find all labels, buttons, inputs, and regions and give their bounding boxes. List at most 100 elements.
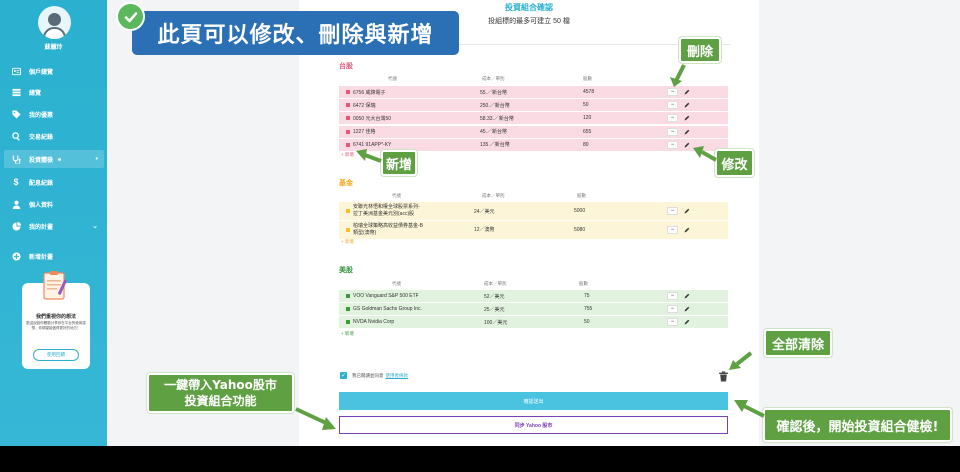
delete-button[interactable]: − (667, 127, 678, 136)
holding-name: VOO Vanguard S&P 500 ETF (353, 293, 419, 299)
sync-yahoo-button[interactable]: 同步 Yahoo 股市 (339, 416, 728, 434)
color-marker (346, 142, 350, 147)
sidebar-item-transactions[interactable]: 交易紀錄 (4, 127, 104, 145)
callout-delete: 刪除 (679, 37, 721, 63)
instruction-banner: 此頁可以修改、刪除與新增 (132, 11, 459, 55)
confirm-submit-button[interactable]: 確認送出 (339, 392, 728, 410)
tag-icon (9, 109, 23, 119)
color-marker (346, 103, 350, 108)
edit-pencil-icon[interactable] (681, 318, 692, 326)
feedback-title: 我們重視你的想法 (35, 314, 76, 320)
holding-shares: 5080 (574, 226, 586, 233)
holding-name-line1: 柏瑞全球策略高收益債券基金-B (353, 222, 424, 229)
holding-name: 1227 佳格 (353, 129, 376, 136)
sidebar-item-label: 配息紀錄 (29, 180, 54, 187)
holding-row: 0050 元大台灣50 58.33.／新台幣 120 − (339, 112, 728, 125)
stethoscope-icon (9, 154, 23, 164)
column-header-shares: 股數 (579, 281, 588, 286)
holding-cost: 12／澳幣 (474, 227, 495, 233)
sidebar-item-label: 個戶總覽 (29, 69, 54, 76)
avatar[interactable] (38, 6, 71, 39)
color-marker (346, 129, 350, 134)
holding-row: 1227 佳格 45.／新台幣 655 − (339, 125, 728, 138)
sidebar-item-my-offers[interactable]: 我的優惠 (4, 105, 104, 123)
callout-add: 新增 (381, 150, 417, 176)
status-dot (58, 157, 62, 161)
arrow-icon (295, 407, 336, 430)
holding-shares: 5000 (574, 208, 586, 214)
color-marker (346, 294, 350, 298)
holding-name: NVDA Nvidia Corp (353, 319, 395, 326)
holding-cost: 55.／新台幣 (480, 89, 507, 96)
holding-cost: 45.／新台幣 (480, 129, 507, 136)
delete-button[interactable]: − (667, 114, 678, 123)
feedback-description: 歡迎說說你體驗分享你在平台的使用感想，你期望能做得更好的地方！ (26, 321, 86, 330)
edit-pencil-icon[interactable] (681, 114, 692, 122)
edit-pencil-icon[interactable] (681, 88, 692, 96)
color-marker (346, 320, 350, 325)
column-header-shares: 股數 (577, 193, 586, 198)
holding-row: NVDA Nvidia Corp 100／美元 50 − (339, 316, 728, 329)
holding-row: 安聯光林悟和權全球股票系列- 拉丁美洲基金美元別(acc)股 24／美元 5000 − (339, 202, 728, 220)
edit-pencil-icon[interactable] (681, 226, 692, 234)
edit-pencil-icon[interactable] (681, 128, 692, 136)
id-card-icon (9, 67, 23, 76)
delete-button[interactable]: − (667, 305, 678, 314)
edit-pencil-icon[interactable] (681, 292, 692, 300)
add-fund-link[interactable]: + 新增 (341, 239, 354, 245)
holding-name-line2: 類型(澳幣) (353, 229, 377, 236)
callout-edit: 修改 (715, 149, 754, 177)
delete-button[interactable]: − (667, 88, 678, 96)
arrow-icon (693, 146, 717, 162)
color-marker (346, 209, 350, 213)
plus-circle-icon (9, 251, 23, 261)
delete-button[interactable]: − (667, 225, 678, 234)
add-tw-link[interactable]: + 新增 (341, 152, 354, 158)
sidebar-item-dividends[interactable]: $ 配息紀錄 (4, 173, 104, 191)
chevron-down-icon[interactable]: ⌄ (92, 222, 98, 230)
delete-button[interactable]: − (667, 101, 678, 110)
delete-button[interactable]: − (667, 140, 678, 149)
holding-name: GS Goldman Sachs Group Inc. (353, 306, 422, 313)
sidebar-item-profile[interactable]: 個人資料 (4, 195, 104, 213)
check-circle-icon (116, 2, 145, 31)
sidebar-item-label: 我的計畫 (29, 224, 54, 231)
terms-link[interactable]: 使用者條款 (386, 373, 409, 379)
agree-checkbox[interactable]: ✓ (340, 372, 347, 379)
holding-name: 柏瑞全球策略高收益債券基金-B 類型(澳幣) (353, 223, 423, 237)
add-us-link[interactable]: + 新增 (341, 331, 354, 337)
color-marker (346, 227, 350, 232)
edit-pencil-icon[interactable] (681, 305, 692, 313)
holding-name: 6472 保瑞 (353, 102, 376, 109)
agree-label: 我已閱讀並同意 (352, 372, 384, 378)
delete-button[interactable]: − (667, 207, 678, 215)
feedback-button[interactable]: 使用回饋 (33, 349, 79, 361)
edit-pencil-icon[interactable] (681, 141, 692, 149)
holding-cost: 250.／新台幣 (480, 102, 510, 109)
sidebar-item-new-plan[interactable]: 新增計畫 (4, 247, 104, 265)
sidebar-item-label: 總覽 (29, 90, 42, 97)
holding-cost: 25／美元 (484, 306, 505, 313)
holding-cost: 52／美元 (484, 293, 505, 300)
sidebar-item-account-overview[interactable]: 個戶總覽 (4, 62, 104, 80)
sidebar-item-my-plans[interactable]: 我的計畫 ⌄ (4, 217, 104, 235)
sidebar-item-overview[interactable]: 總覽 (4, 83, 104, 101)
column-header-cost: 成本／單別 (482, 193, 505, 198)
section-title-us: 美股 (339, 267, 353, 274)
holding-shares: 50 (584, 319, 590, 326)
trash-icon[interactable] (718, 371, 729, 382)
delete-button[interactable]: − (667, 318, 678, 327)
edit-pencil-icon[interactable] (681, 101, 692, 109)
holding-shares: 755 (584, 306, 593, 313)
edit-pencil-icon[interactable] (681, 207, 692, 215)
sidebar-item-health-check[interactable]: 投資體檢 • (4, 150, 104, 168)
terms-agreement: ✓ 我已閱讀並同意 使用者條款 (340, 372, 408, 379)
sidebar: 蘇麗玲 個戶總覽 總覽 我的優惠 交易紀錄 投資體檢 • $ 配息紀錄 個人資料… (0, 0, 107, 446)
holding-shares: 655 (583, 128, 592, 135)
sidebar-item-label: 我的優惠 (29, 112, 54, 119)
holding-cost: 24／美元 (474, 208, 495, 215)
holding-shares: 4578 (583, 89, 595, 95)
dollar-icon: $ (13, 177, 19, 187)
delete-button[interactable]: − (667, 292, 678, 300)
holding-shares: 80 (583, 141, 589, 148)
